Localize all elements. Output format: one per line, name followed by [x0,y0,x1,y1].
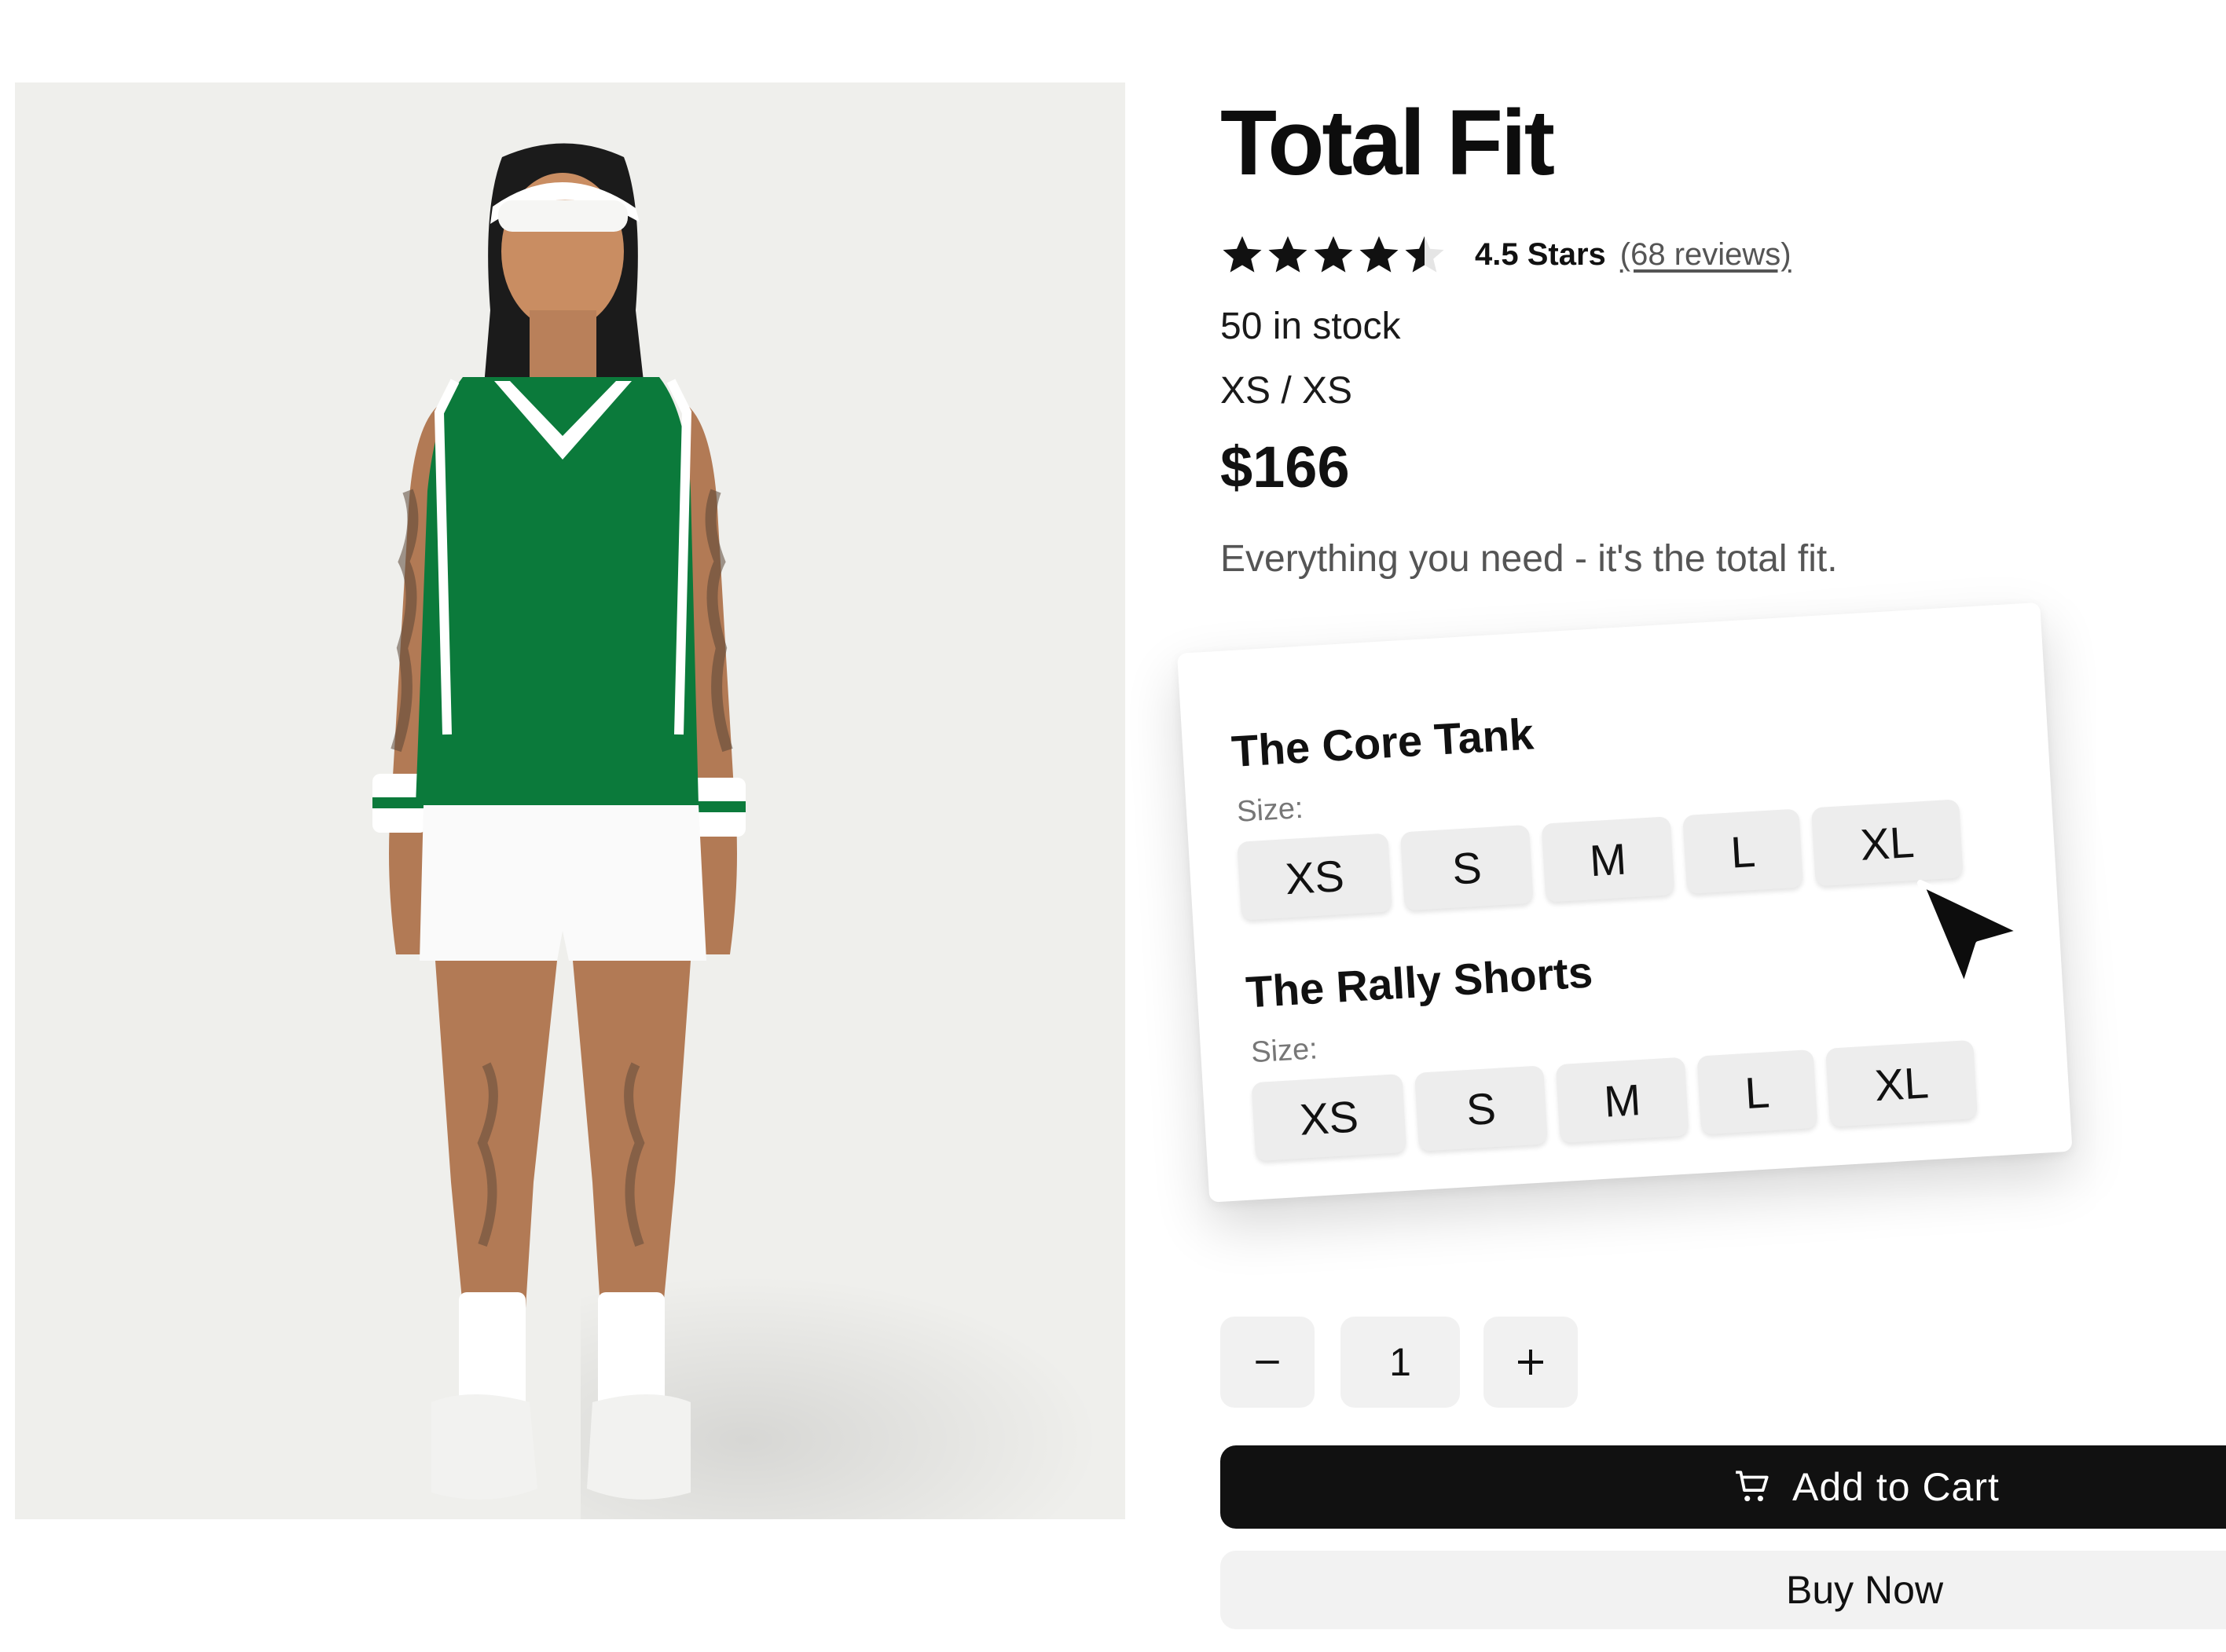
reviews-link[interactable]: (68 reviews) [1620,237,1791,273]
size-button-m[interactable]: M [1541,816,1675,903]
size-button-s[interactable]: S [1399,824,1534,911]
size-button-l[interactable]: L [1696,1049,1818,1135]
add-to-cart-label: Add to Cart [1792,1465,2000,1509]
quantity-decrease-button[interactable] [1220,1317,1315,1408]
minus-icon [1256,1361,1279,1364]
rating-row: 4.5 Stars (68 reviews) [1220,233,1791,277]
star-icon [1314,236,1353,273]
size-button-xs[interactable]: XS [1251,1073,1407,1162]
option-group-shorts: The Rally Shorts Size: XS S M L XL [1245,923,1978,1162]
plus-icon [1518,1350,1543,1375]
product-description: Everything you need - it's the total fit… [1220,538,1838,580]
size-button-xl[interactable]: XL [1811,799,1964,887]
model-illustration [372,143,746,1500]
half-star-icon [1405,236,1444,273]
size-button-l[interactable]: L [1682,808,1804,895]
quantity-value[interactable]: 1 [1340,1317,1460,1408]
buy-now-button[interactable]: Buy Now [1220,1551,2226,1629]
buy-now-label: Buy Now [1786,1568,1944,1612]
product-price: $166 [1220,434,1350,500]
selected-variant: XS / XS [1220,370,1353,412]
star-icon [1359,236,1399,273]
rating-text: 4.5 Stars [1475,236,1606,272]
option-group-tank: The Core Tank Size: XS S M L XL [1230,683,1964,921]
quantity-increase-button[interactable] [1483,1317,1578,1408]
size-button-xl[interactable]: XL [1825,1039,1978,1127]
product-title: Total Fit [1220,91,1555,195]
stock-status: 50 in stock [1220,306,1401,347]
add-to-cart-content: Add to Cart [1733,1445,2000,1529]
add-to-cart-button[interactable]: Add to Cart [1220,1445,2226,1529]
star-rating [1220,233,1447,277]
size-button-xs[interactable]: XS [1237,833,1392,921]
star-icon [1223,236,1262,273]
size-button-m[interactable]: M [1555,1057,1689,1144]
product-image [15,82,1125,1519]
size-button-s[interactable]: S [1414,1065,1548,1152]
star-icon [1268,236,1307,273]
mouse-pointer-icon [1917,880,2026,991]
cart-icon [1736,1471,1769,1502]
